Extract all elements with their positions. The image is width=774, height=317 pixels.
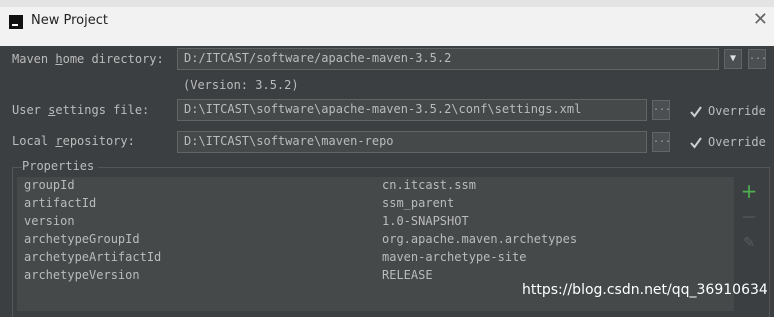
property-key: archetypeGroupId bbox=[24, 232, 140, 246]
table-row[interactable]: version 1.0-SNAPSHOT bbox=[17, 213, 734, 230]
local-repository-label-prefix: Local bbox=[12, 134, 56, 148]
title-bar: New Project ✕ bbox=[0, 0, 774, 46]
local-repository-label: Local repository: bbox=[12, 134, 135, 148]
maven-home-label-prefix: Maven bbox=[12, 52, 56, 66]
property-key: archetypeVersion bbox=[24, 268, 140, 282]
checkmark-icon bbox=[690, 106, 702, 118]
close-icon[interactable]: ✕ bbox=[753, 10, 768, 30]
property-key: groupId bbox=[24, 178, 75, 192]
local-repository-field[interactable]: D:\ITCAST\software\maven-repo bbox=[177, 131, 647, 153]
property-value: 1.0-SNAPSHOT bbox=[382, 214, 469, 228]
user-settings-browse-button[interactable]: ... bbox=[652, 100, 671, 120]
properties-group-title: Properties bbox=[22, 159, 99, 173]
table-row[interactable]: archetypeArtifactId maven-archetype-site bbox=[17, 249, 734, 266]
maven-home-label: Maven home directory: bbox=[12, 52, 164, 66]
maven-home-combobox[interactable]: D:/ITCAST/software/apache-maven-3.5.2 bbox=[177, 48, 719, 70]
table-row[interactable]: artifactId ssm_parent bbox=[17, 195, 734, 212]
maven-home-dropdown-icon[interactable]: ▼ bbox=[724, 49, 742, 69]
local-repository-label-mnemonic: r bbox=[55, 134, 63, 148]
local-repository-label-suffix: epository: bbox=[62, 134, 135, 148]
maven-home-label-suffix: ome directory: bbox=[62, 52, 164, 66]
maven-home-label-mnemonic: h bbox=[55, 52, 63, 66]
property-value: RELEASE bbox=[382, 268, 433, 282]
table-row[interactable]: archetypeGroupId org.apache.maven.archet… bbox=[17, 231, 734, 248]
intellij-logo-icon bbox=[9, 15, 23, 29]
property-value: cn.itcast.ssm bbox=[382, 178, 476, 192]
dialog-title: New Project bbox=[31, 13, 108, 28]
title-bar-top-strip bbox=[0, 0, 774, 7]
local-repository-browse-button[interactable]: ... bbox=[652, 132, 671, 152]
user-settings-field[interactable]: D:\ITCAST\software\apache-maven-3.5.2\co… bbox=[177, 99, 647, 121]
property-value: maven-archetype-site bbox=[382, 250, 527, 264]
local-repository-override-label[interactable]: Override bbox=[708, 135, 766, 149]
local-repository-override-checkbox[interactable] bbox=[689, 136, 703, 150]
checkmark-icon bbox=[690, 137, 702, 149]
edit-property-icon[interactable]: ✎ bbox=[739, 233, 759, 253]
maven-version-text: (Version: 3.5.2) bbox=[183, 78, 299, 92]
property-key: version bbox=[24, 214, 75, 228]
watermark-text: https://blog.csdn.net/qq_36910634 bbox=[522, 282, 768, 298]
user-settings-label-prefix: User bbox=[12, 103, 49, 117]
maven-home-browse-button[interactable]: ... bbox=[748, 49, 767, 69]
property-key: archetypeArtifactId bbox=[24, 250, 162, 264]
table-row[interactable]: groupId cn.itcast.ssm bbox=[17, 177, 734, 194]
user-settings-label-suffix: ettings file: bbox=[55, 103, 150, 117]
user-settings-override-checkbox[interactable] bbox=[689, 105, 703, 119]
user-settings-override-label[interactable]: Override bbox=[708, 104, 766, 118]
add-property-icon[interactable]: + bbox=[739, 181, 759, 201]
user-settings-label: User settings file: bbox=[12, 103, 149, 117]
property-value: ssm_parent bbox=[382, 196, 455, 210]
remove-property-icon[interactable]: — bbox=[739, 207, 759, 227]
property-key: artifactId bbox=[24, 196, 97, 210]
property-value: org.apache.maven.archetypes bbox=[382, 232, 578, 246]
